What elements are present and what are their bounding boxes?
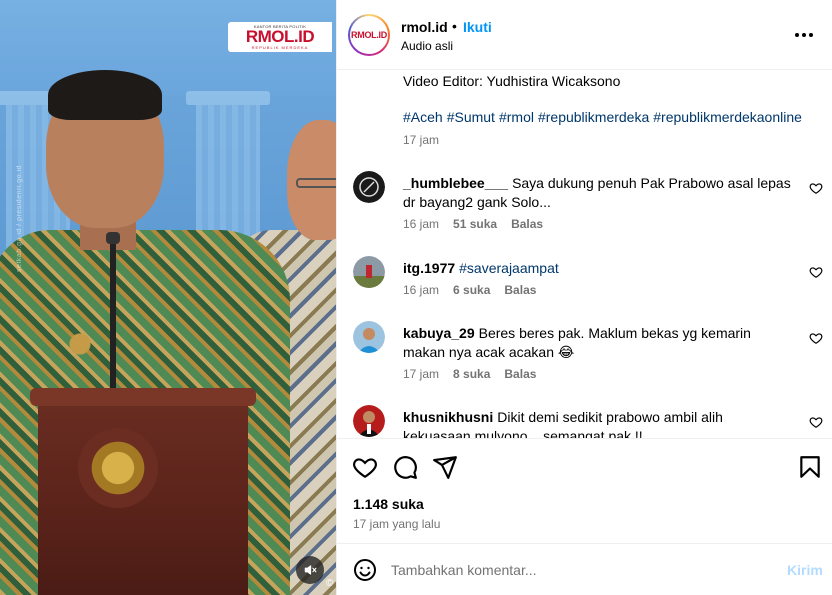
hashtag-link[interactable]: #Aceh: [403, 109, 443, 125]
emoji-icon[interactable]: [353, 558, 377, 582]
post-header: RMOL.ID rmol.id • Ikuti Audio asli: [337, 0, 832, 70]
separator-dot: •: [452, 18, 457, 34]
avatar[interactable]: [353, 171, 385, 203]
account-username[interactable]: rmol.id: [401, 19, 448, 35]
comment-likes[interactable]: 6 suka: [453, 283, 490, 297]
copyright-mark: ©: [326, 578, 334, 589]
comment-item: khusnikhusni Dikit demi sedikit prabowo a…: [337, 405, 832, 438]
comment-username[interactable]: _humblebee___: [403, 175, 508, 191]
heart-icon[interactable]: [809, 265, 823, 279]
comment-bubble-icon[interactable]: [392, 454, 418, 480]
comment-item: kabuya_29 Beres beres pak. Maklum bekas y…: [337, 321, 832, 391]
like-heart-icon[interactable]: [352, 454, 378, 480]
account-avatar[interactable]: RMOL.ID: [348, 14, 390, 56]
avatar[interactable]: [353, 405, 385, 437]
rmol-logo-badge: KANTOR BERITA POLITIK RMOL.ID REPUBLIK M…: [228, 22, 332, 52]
garuda-emblem: [78, 428, 158, 508]
comment-meta: 16 jam 6 suka Balas: [403, 283, 536, 297]
comment-hashtag[interactable]: #saverajaampat: [459, 260, 559, 276]
post-video[interactable]: setkab.go.id / presidenri.go.id KANTOR B…: [0, 0, 336, 595]
caption-editor-line: Video Editor: Yudhistira Wicaksono: [403, 73, 621, 89]
caption-hashtags: #Aceh #Sumut #rmol #republikmerdeka #republi…: [403, 109, 806, 125]
reply-button[interactable]: Balas: [511, 217, 543, 231]
comment-item: _humblebee___ Saya dukung penuh Pak Prabo…: [337, 171, 832, 241]
comment-text-block: itg.1977 #saverajaampat: [403, 259, 793, 278]
hashtag-link[interactable]: #republikmerdekaonline: [653, 109, 802, 125]
more-options-button[interactable]: [791, 22, 817, 48]
comment-composer: Kirim: [337, 543, 832, 595]
save-bookmark-icon[interactable]: [797, 454, 823, 480]
muted-speaker-icon: [304, 565, 317, 575]
video-watermark: setkab.go.id / presidenri.go.id: [16, 165, 23, 272]
post-actions: 1.148 suka 17 jam yang lalu: [337, 438, 832, 543]
hashtag-link[interactable]: #Sumut: [447, 109, 495, 125]
follow-button[interactable]: Ikuti: [463, 19, 492, 35]
reply-button[interactable]: Balas: [504, 367, 536, 381]
comment-meta: 16 jam 51 suka Balas: [403, 217, 543, 231]
comment-time: 16 jam: [403, 217, 440, 231]
hashtag-link[interactable]: #rmol: [499, 109, 534, 125]
comment-input[interactable]: [391, 559, 771, 581]
heart-icon[interactable]: [809, 415, 823, 429]
heart-icon[interactable]: [809, 331, 823, 345]
comment-username[interactable]: itg.1977: [403, 260, 455, 276]
comment-meta: 17 jam 8 suka Balas: [403, 367, 536, 381]
comment-username[interactable]: kabuya_29: [403, 325, 475, 341]
likes-count[interactable]: 1.148 suka: [353, 496, 424, 512]
caption-time: 17 jam: [403, 133, 440, 147]
more-icon: [795, 33, 813, 37]
comment-likes[interactable]: 8 suka: [453, 367, 490, 381]
comment-item: itg.1977 #saverajaampat 16 jam 6 suka Balas: [337, 256, 832, 326]
podium-top: [30, 388, 256, 406]
post-side-panel: RMOL.ID rmol.id • Ikuti Audio asli Video…: [336, 0, 832, 595]
avatar[interactable]: [353, 256, 385, 288]
logo-subtitle: REPUBLIK MERDEKA: [251, 45, 309, 50]
posted-time[interactable]: 17 jam yang lalu: [353, 517, 440, 531]
share-paper-plane-icon[interactable]: [432, 454, 458, 480]
comment-time: 16 jam: [403, 283, 440, 297]
comment-text-block: _humblebee___ Saya dukung penuh Pak Prabo…: [403, 174, 793, 212]
hashtag-link[interactable]: #republikmerdeka: [538, 109, 649, 125]
comment-username[interactable]: khusnikhusni: [403, 409, 493, 425]
instagram-post-viewer: setkab.go.id / presidenri.go.id KANTOR B…: [0, 0, 832, 595]
mute-button[interactable]: [296, 556, 324, 584]
microphone: [106, 232, 120, 244]
audio-link[interactable]: Audio asli: [401, 39, 453, 53]
comment-text-block: kabuya_29 Beres beres pak. Maklum bekas y…: [403, 324, 793, 362]
microphone-stand: [110, 238, 116, 388]
heart-icon[interactable]: [809, 181, 823, 195]
comments-scroll-area[interactable]: Video Editor: Yudhistira Wicaksono #Aceh…: [337, 71, 832, 438]
logo-text: RMOL.ID: [245, 27, 315, 46]
avatar[interactable]: [353, 321, 385, 353]
comment-text-block: khusnikhusni Dikit demi sedikit prabowo a…: [403, 408, 793, 438]
comment-time: 17 jam: [403, 367, 440, 381]
reply-button[interactable]: Balas: [504, 283, 536, 297]
avatar-logo-text: RMOL.ID: [351, 30, 387, 40]
send-button[interactable]: Kirim: [787, 562, 823, 578]
comment-likes[interactable]: 51 suka: [453, 217, 497, 231]
